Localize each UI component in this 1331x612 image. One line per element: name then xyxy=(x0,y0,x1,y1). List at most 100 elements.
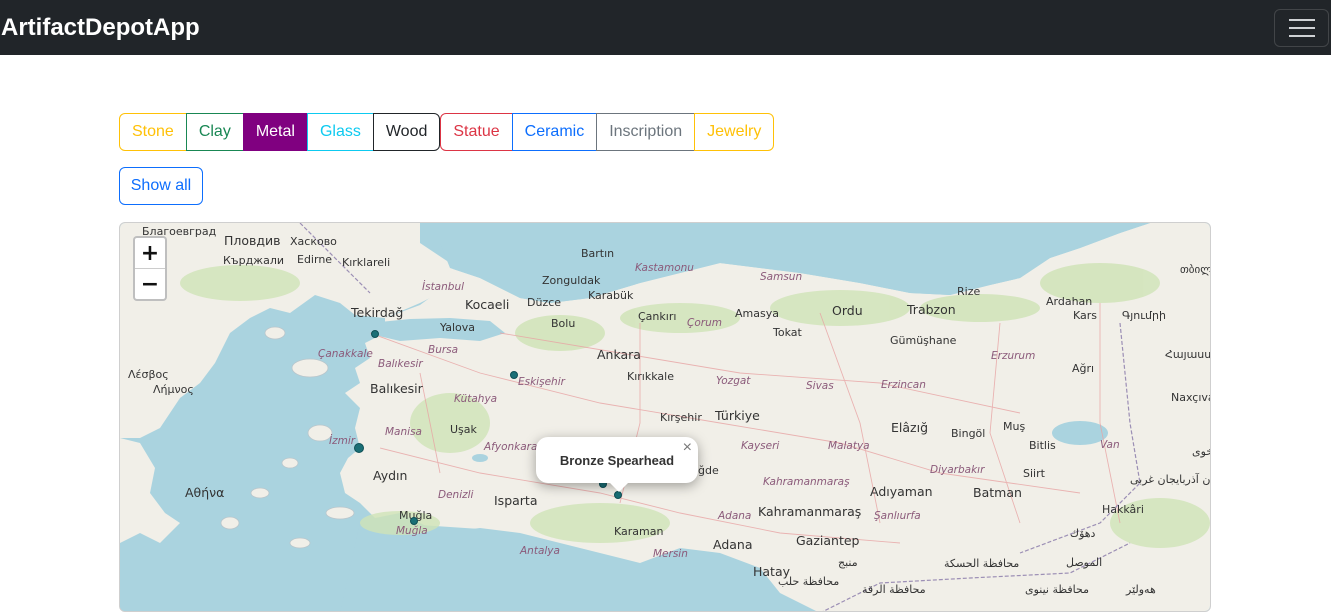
hamburger-icon xyxy=(1288,18,1315,21)
artifact-marker[interactable] xyxy=(410,517,418,525)
map-label: Erzurum xyxy=(991,350,1036,362)
map-label: Erzincan xyxy=(881,379,926,391)
map-label: Edirne xyxy=(297,253,333,266)
map-label: Հայաստան xyxy=(1165,348,1210,361)
map-label: Adıyaman xyxy=(870,484,933,499)
navbar: ArtifactDepotApp xyxy=(0,0,1331,55)
map-label: ğde xyxy=(698,464,719,477)
map-label: Van xyxy=(1100,439,1120,451)
map-label: Denizli xyxy=(438,489,474,501)
map-label: منبج xyxy=(838,556,858,569)
map-label: Tokat xyxy=(773,326,802,339)
map-label: Malatya xyxy=(828,440,870,452)
app-brand[interactable]: ArtifactDepotApp xyxy=(1,14,200,42)
map-label: Kocaeli xyxy=(465,297,510,312)
map-label: Kastamonu xyxy=(635,262,694,274)
map-label: Хасково xyxy=(290,235,337,248)
map-label: محافظة حلب xyxy=(778,575,840,588)
map-label: Manisa xyxy=(385,426,422,438)
popup-close-icon[interactable]: × xyxy=(683,439,692,457)
map-label: Adana xyxy=(713,537,753,552)
map-label: Yozgat xyxy=(716,375,751,387)
map-label: Ankara xyxy=(597,347,641,362)
map-label: Zonguldak xyxy=(542,274,601,287)
map-label: Ağrı xyxy=(1072,362,1095,375)
map-label: خوی xyxy=(1192,445,1211,458)
map-label: Çanakkale xyxy=(318,348,373,360)
map-label: Кърджали xyxy=(223,254,284,267)
map-label: Kars xyxy=(1073,309,1098,322)
map-label: თბილისი xyxy=(1180,263,1211,276)
map-label: Գյումրի xyxy=(1122,309,1166,322)
map-label: Пловдив xyxy=(224,233,281,248)
map-label: Bartın xyxy=(581,247,615,260)
map-label: İstanbul xyxy=(422,281,465,293)
map-label: هەولێر xyxy=(1126,583,1156,596)
map-label: Balıkesir xyxy=(378,358,423,370)
map-label: Trabzon xyxy=(907,302,956,317)
map-label: Adana xyxy=(718,510,752,522)
map-label: İzmir xyxy=(329,435,356,447)
map-label: محافظة نينوى xyxy=(1025,583,1090,596)
filter-statue-button[interactable]: Statue xyxy=(440,113,513,151)
map-label: Antalya xyxy=(520,545,560,557)
map-label: Kahramanmaraş xyxy=(758,504,862,519)
artifact-marker[interactable] xyxy=(354,443,364,453)
zoom-out-button[interactable]: − xyxy=(135,269,165,299)
map-label: Hakkâri xyxy=(1102,503,1144,516)
filter-ceramic-button[interactable]: Ceramic xyxy=(511,113,598,151)
map-label: Λήμνος xyxy=(153,383,194,396)
map-label: Naxçıvan xyxy=(1171,391,1210,404)
map-label: Balıkesir xyxy=(370,381,423,396)
map-label: محافظة الحسكة xyxy=(944,557,1020,570)
map-label: Eskişehir xyxy=(518,376,565,388)
map-label: الموصل xyxy=(1066,556,1103,569)
map-label: Elâzığ xyxy=(891,420,928,435)
menu-toggle-button[interactable] xyxy=(1274,8,1329,47)
map-label: Bolu xyxy=(551,317,576,330)
map-label: Gümüşhane xyxy=(890,334,957,347)
map-label: دهۆك xyxy=(1070,527,1096,540)
map-label: Uşak xyxy=(450,423,477,436)
map-label: Ardahan xyxy=(1046,295,1093,308)
filter-metal-button[interactable]: Metal xyxy=(242,113,308,151)
map-label: Tekirdağ xyxy=(351,305,404,320)
filter-clay-button[interactable]: Clay xyxy=(185,113,244,151)
filter-inscription-button[interactable]: Inscription xyxy=(596,113,696,151)
show-all-button[interactable]: Show all xyxy=(119,167,203,205)
map-label: Yalova xyxy=(440,321,475,334)
map-label: Rize xyxy=(957,285,981,298)
filter-glass-button[interactable]: Glass xyxy=(306,113,374,151)
map-label: Isparta xyxy=(494,493,538,508)
map-label: Gaziantep xyxy=(796,533,860,548)
material-filter-group: Stone Clay Metal Glass Wood Statue Ceram… xyxy=(119,113,775,151)
artifact-marker[interactable] xyxy=(510,371,518,379)
map-label: Kayseri xyxy=(741,440,780,452)
map-label: Diyarbakır xyxy=(930,464,985,476)
filter-jewelry-button[interactable]: Jewelry xyxy=(694,113,775,151)
filter-stone-button[interactable]: Stone xyxy=(119,113,187,151)
map-label: Muş xyxy=(1003,420,1026,433)
map-label: Kırklareli xyxy=(342,256,391,269)
map-label: Çankırı xyxy=(638,310,677,323)
artifact-marker[interactable] xyxy=(371,330,379,338)
map-label: Bursa xyxy=(428,344,459,356)
map-label: Kütahya xyxy=(454,393,498,405)
zoom-in-button[interactable]: + xyxy=(135,238,165,269)
artifact-popup: Bronze Spearhead × xyxy=(536,437,698,492)
map-label: Türkiye xyxy=(715,408,760,423)
filter-wood-button[interactable]: Wood xyxy=(372,113,441,151)
map-label: Siirt xyxy=(1023,467,1045,480)
map-label: Aydın xyxy=(373,468,408,483)
map-label: Karaman xyxy=(614,525,664,538)
map-label: Batman xyxy=(973,485,1022,500)
artifact-map[interactable]: Благоевград Пловдив Хасково Кърджали Edi… xyxy=(119,222,1211,612)
map-label: Kahramanmaraş xyxy=(763,476,850,488)
map-label: Samsun xyxy=(760,271,803,283)
map-label: Karabük xyxy=(588,289,634,302)
artifact-marker[interactable] xyxy=(614,491,622,499)
map-label: Αθήνα xyxy=(185,485,225,500)
popup-title: Bronze Spearhead xyxy=(559,452,675,468)
map-label: Çorum xyxy=(687,317,722,329)
map-label: Kırıkkale xyxy=(627,370,674,383)
